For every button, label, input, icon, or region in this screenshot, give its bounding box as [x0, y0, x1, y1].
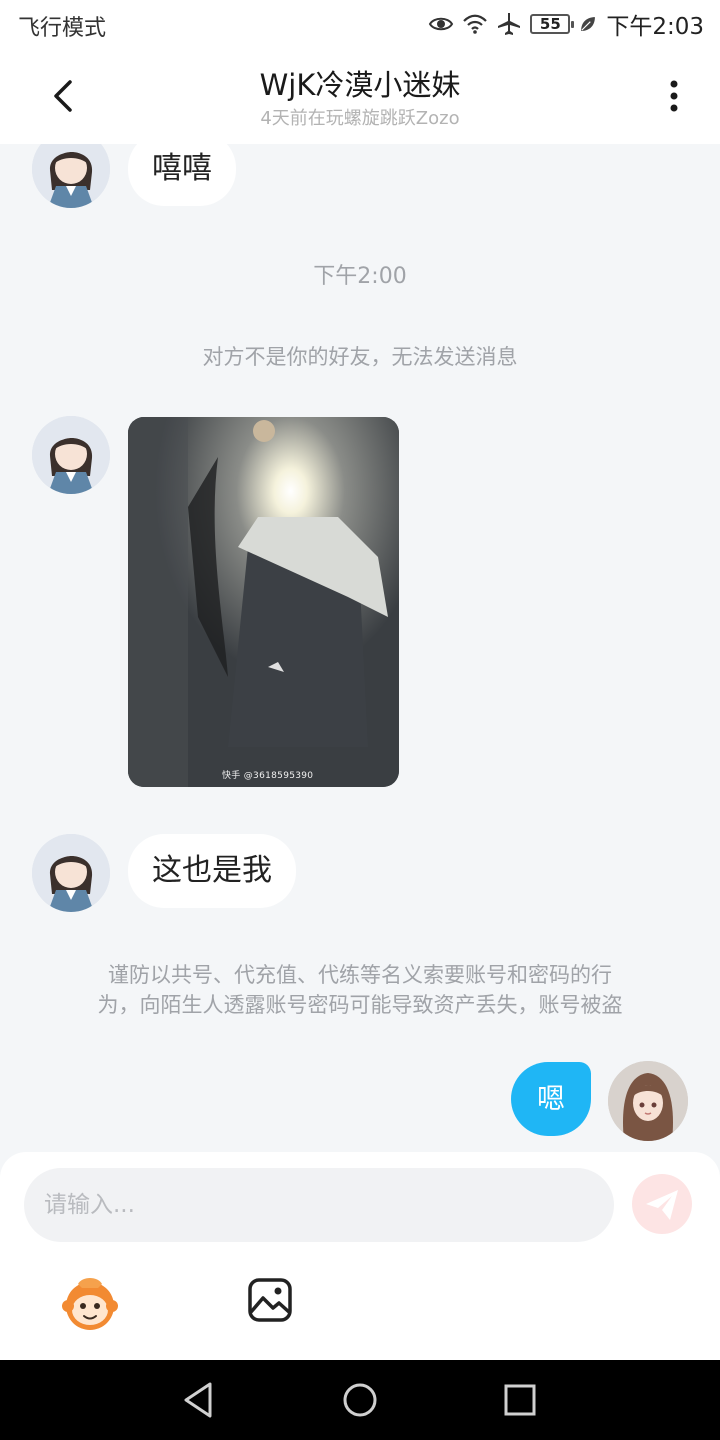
photo-watermark: 快手 @3618595390 [222, 771, 314, 781]
leaf-icon [581, 17, 596, 31]
message-list[interactable]: 嘻嘻 下午2:00 对方不是你的好友，无法发送消息 快手 @3618595390… [0, 144, 720, 1154]
my-avatar[interactable] [608, 1061, 688, 1141]
message-input-container[interactable] [24, 1168, 614, 1242]
not-friend-notice: 对方不是你的好友，无法发送消息 [202, 345, 518, 369]
message-bubble-outgoing[interactable]: 嗯 [511, 1062, 592, 1136]
monkey-emoji-icon[interactable] [58, 1270, 122, 1334]
contact-status: 4天前在玩螺旋跳跃Zozo [260, 108, 460, 129]
battery-icon: 55 [530, 14, 575, 34]
nav-home-icon[interactable] [340, 1380, 380, 1420]
clock: 下午2:03 [606, 14, 704, 40]
contact-avatar[interactable] [32, 144, 110, 208]
time-divider: 下午2:00 [313, 264, 407, 289]
security-warning-line-2: 为，向陌生人透露账号密码可能导致资产丢失，账号被盗 [97, 993, 623, 1017]
system-nav-bar [0, 1360, 720, 1440]
eye-icon [429, 17, 454, 31]
image-icon[interactable] [246, 1276, 294, 1324]
paper-plane-icon [646, 1190, 678, 1220]
contact-avatar[interactable] [32, 834, 110, 912]
security-warning-line-1: 谨防以共号、代充值、代练等名义索要账号和密码的行 [108, 963, 612, 987]
nav-recents-icon[interactable] [500, 1380, 540, 1420]
send-button[interactable] [632, 1174, 692, 1234]
contact-avatar[interactable] [32, 416, 110, 494]
contact-name[interactable]: WjK冷漠小迷妹 [0, 62, 720, 104]
message-input[interactable] [24, 1168, 614, 1242]
message-bubble-incoming[interactable]: 这也是我 [128, 834, 296, 908]
security-warning: 谨防以共号、代充值、代练等名义索要账号和密码的行 为，向陌生人透露账号密码可能导… [30, 960, 690, 1020]
chat-header: WjK冷漠小迷妹 4天前在玩螺旋跳跃Zozo [0, 48, 720, 144]
airplane-mode-label: 飞行模式 [18, 16, 107, 41]
photo-message[interactable]: 快手 @3618595390 [128, 417, 399, 787]
status-bar: 飞行模式 55 下午2:03 [0, 0, 720, 48]
wifi-icon [463, 14, 488, 34]
nav-back-icon[interactable] [180, 1380, 220, 1420]
status-icons: 55 下午2:03 [428, 8, 704, 40]
more-vertical-icon[interactable] [658, 76, 690, 116]
message-bubble-incoming[interactable]: 嘻嘻 [128, 144, 236, 206]
airplane-icon [498, 13, 521, 35]
input-panel [0, 1152, 720, 1360]
